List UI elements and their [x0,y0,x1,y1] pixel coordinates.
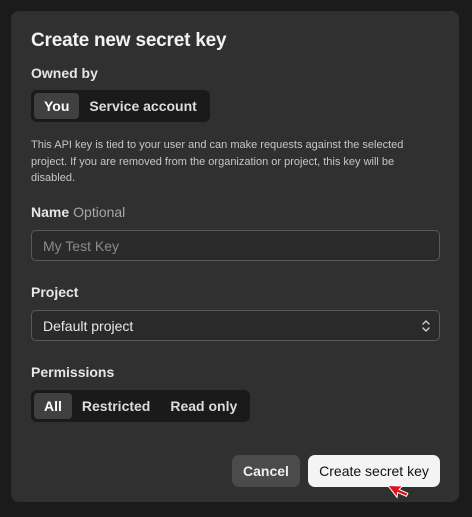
project-label: Project [31,284,79,300]
chevron-up-down-icon [421,319,431,333]
create-secret-key-button[interactable]: Create secret key [308,455,440,487]
owned-by-option-service-account[interactable]: Service account [79,93,206,119]
create-secret-key-dialog: Create new secret key Owned by You Servi… [11,11,459,502]
name-optional-hint: Optional [73,204,126,220]
permissions-option-all[interactable]: All [34,393,72,419]
cancel-button[interactable]: Cancel [232,455,300,487]
mouse-cursor-icon [386,474,414,510]
permissions-segmented-control: All Restricted Read only [31,390,251,422]
permissions-option-read-only[interactable]: Read only [160,393,247,419]
name-label-text: Name [31,204,70,220]
dialog-title: Create new secret key [31,30,227,51]
project-select[interactable]: Default project [31,310,440,341]
project-select-value: Default project [43,317,134,334]
owned-by-segmented-control: You Service account [31,90,210,122]
owned-by-label: Owned by [31,65,98,81]
name-label: Name Optional [31,204,125,220]
owned-by-option-you[interactable]: You [34,93,80,119]
api-key-description: This API key is tied to your user and ca… [31,139,404,184]
permissions-label: Permissions [31,364,115,380]
permissions-option-restricted[interactable]: Restricted [72,393,160,419]
name-input[interactable] [31,230,440,261]
